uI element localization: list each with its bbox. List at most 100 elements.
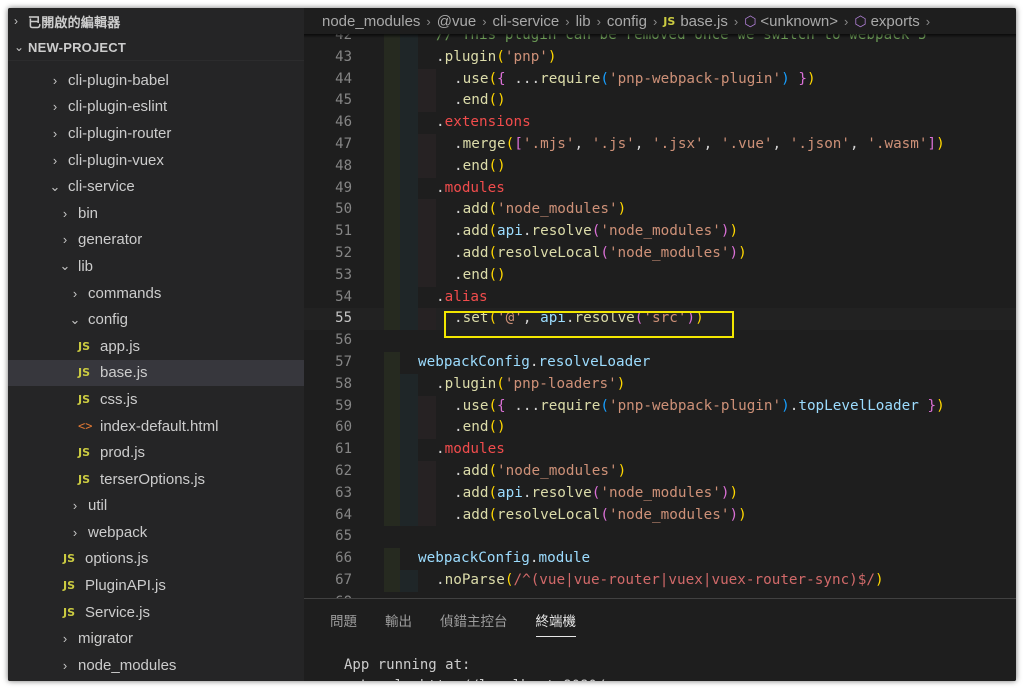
tree-item-pluginapi-js[interactable]: JS PluginAPI.js [8, 572, 304, 599]
code-line[interactable]: 50 .add('node_modules') [304, 199, 1016, 222]
tree-item-label: cli-plugin-babel [68, 71, 169, 89]
code-line[interactable]: 61 .modules [304, 439, 1016, 461]
panel-tab[interactable]: 輸出 [385, 599, 412, 645]
line-number: 45 [335, 92, 352, 109]
tree-item-util[interactable]: › util [8, 493, 304, 520]
breadcrumb-symbol[interactable]: exports [871, 13, 920, 30]
tree-item-prod-js[interactable]: JS prod.js [8, 439, 304, 466]
code-text: .plugin('pnp') [436, 47, 557, 69]
indent-guide [384, 569, 400, 592]
breadcrumb-item[interactable]: @vue [437, 13, 476, 30]
chevron-down-icon: ⌄ [69, 311, 81, 327]
line-number: 56 [335, 332, 352, 349]
breadcrumb: node_modules › @vue › cli-service › lib › config… [304, 8, 1016, 34]
code-line[interactable]: 49 .modules [304, 177, 1016, 200]
indent-guide [400, 373, 418, 396]
tree-item-generator[interactable]: › generator [8, 227, 304, 254]
code-token: () [488, 157, 506, 174]
panel-tab[interactable]: 問題 [330, 599, 357, 645]
line-number: 47 [335, 135, 352, 152]
code-line[interactable]: 47 .merge(['.mjs', '.js', '.jsx', '.vue',… [304, 133, 1016, 156]
tree-item-css-js[interactable]: JS css.js [8, 386, 304, 413]
code-token: ... [505, 397, 541, 414]
indent-guide [418, 133, 436, 156]
line-number: 55 [335, 310, 352, 327]
code-line[interactable]: 60 .end() [304, 417, 1016, 440]
code-line[interactable]: 64 .add(resolveLocal('node_modules')) [304, 504, 1016, 527]
code-token: . [454, 484, 463, 501]
tree-item-terseroptions-js[interactable]: JS terserOptions.js [8, 466, 304, 493]
code-line[interactable]: 66 webpackConfig.module [304, 548, 1016, 570]
indent-guide [400, 395, 418, 418]
line-number: 49 [335, 179, 352, 196]
tree-item-lib[interactable]: ⌄ lib [8, 253, 304, 280]
tree-item-cli-plugin-babel[interactable]: › cli-plugin-babel [8, 67, 304, 94]
open-editors-header[interactable]: › 已開啟的編輯器 [8, 8, 304, 34]
line-number: 46 [335, 114, 352, 131]
code-line[interactable]: 52 .add(resolveLocal('node_modules')) [304, 242, 1016, 265]
tree-item-options-js[interactable]: JS options.js [8, 546, 304, 573]
tree-item-app-js[interactable]: JS app.js [8, 333, 304, 360]
code-token: plugin [444, 48, 497, 65]
indent-guide [384, 308, 400, 331]
code-line[interactable]: 62 .add('node_modules') [304, 460, 1016, 483]
code-line[interactable]: 46 .extensions [304, 112, 1016, 134]
tree-item-index-default-html[interactable]: <> index-default.html [8, 413, 304, 440]
code-text: .use({ ...require('pnp-webpack-plugin').… [454, 396, 945, 418]
tree-item-cli-plugin-router[interactable]: › cli-plugin-router [8, 120, 304, 147]
file-tree: › cli-plugin-babel › cli-plugin-eslint › cli-… [8, 61, 304, 679]
tree-item-webpack[interactable]: › webpack [8, 519, 304, 546]
code-token: end [462, 92, 489, 109]
code-line[interactable]: 54 .alias [304, 286, 1016, 309]
code-line[interactable]: 45 .end() [304, 90, 1016, 113]
tree-item-migrator[interactable]: › migrator [8, 625, 304, 652]
code-text: .alias [436, 287, 488, 309]
code-line[interactable]: 43 .plugin('pnp') [304, 46, 1016, 69]
tree-item-base-js[interactable]: JS base.js [8, 359, 304, 387]
code-line[interactable]: 63 .add(api.resolve('node_modules')) [304, 482, 1016, 505]
scroll-shadow [304, 34, 1016, 38]
tree-item-config[interactable]: ⌄ config [8, 306, 304, 333]
panel-tab[interactable]: 偵錯主控台 [440, 599, 508, 645]
breadcrumb-file[interactable]: base.js [680, 13, 728, 30]
code-token: ( [488, 506, 498, 523]
code-token: ) [729, 244, 739, 261]
tree-item-bin[interactable]: › bin [8, 200, 304, 227]
code-token: } [927, 397, 937, 414]
breadcrumb-item[interactable]: lib [576, 13, 591, 30]
tree-item-cli-plugin-vuex[interactable]: › cli-plugin-vuex [8, 147, 304, 174]
code-token: ( [488, 201, 498, 218]
code-token: . [454, 462, 463, 479]
code-line[interactable]: 59 .use({ ...require('pnp-webpack-plugin'… [304, 395, 1016, 418]
code-line[interactable]: 48 .end() [304, 155, 1016, 178]
breadcrumb-item[interactable]: config [607, 13, 647, 30]
code-line[interactable]: 57 webpackConfig.resolveLoader [304, 351, 1016, 374]
indent-guide [400, 133, 418, 156]
code-line[interactable]: 65 [304, 526, 1016, 548]
code-editor[interactable]: node_modules › @vue › cli-service › lib › config… [304, 8, 1016, 598]
code-line[interactable]: 56 [304, 330, 1016, 352]
panel-tab[interactable]: 終端機 [535, 599, 576, 645]
breadcrumb-symbol[interactable]: <unknown> [760, 13, 838, 30]
tree-item-cli-service[interactable]: ⌄ cli-service [8, 173, 304, 200]
tree-item-service-js[interactable]: JS Service.js [8, 599, 304, 626]
tree-item-label: terserOptions.js [100, 470, 206, 488]
code-line[interactable]: 44 .use({ ...require('pnp-webpack-plugin'… [304, 68, 1016, 91]
code-line[interactable]: 55 .set('@', api.resolve('src')) [304, 308, 1016, 331]
tree-item-node-modules[interactable]: › node_modules [8, 652, 304, 679]
html-file-icon: <> [78, 419, 93, 434]
line-number: 60 [335, 419, 352, 436]
code-line[interactable]: 58 .plugin('pnp-loaders') [304, 373, 1016, 396]
code-token: ( [600, 244, 609, 261]
code-line[interactable]: 67 .noParse(/^(vue|vue-router|vuex|vuex-r… [304, 569, 1016, 592]
code-token: . [454, 506, 463, 523]
code-line[interactable]: 53 .end() [304, 264, 1016, 287]
tree-item-cli-plugin-eslint[interactable]: › cli-plugin-eslint [8, 94, 304, 121]
code-lines[interactable]: 42// This plugin can be removed once we … [304, 34, 1016, 598]
code-line[interactable]: 51 .add(api.resolve('node_modules')) [304, 221, 1016, 243]
breadcrumb-item[interactable]: node_modules [322, 13, 420, 30]
tree-item-label: index-default.html [100, 417, 219, 435]
project-header[interactable]: ⌄ NEW-PROJECT [8, 34, 304, 61]
breadcrumb-item[interactable]: cli-service [493, 13, 560, 30]
tree-item-commands[interactable]: › commands [8, 280, 304, 307]
